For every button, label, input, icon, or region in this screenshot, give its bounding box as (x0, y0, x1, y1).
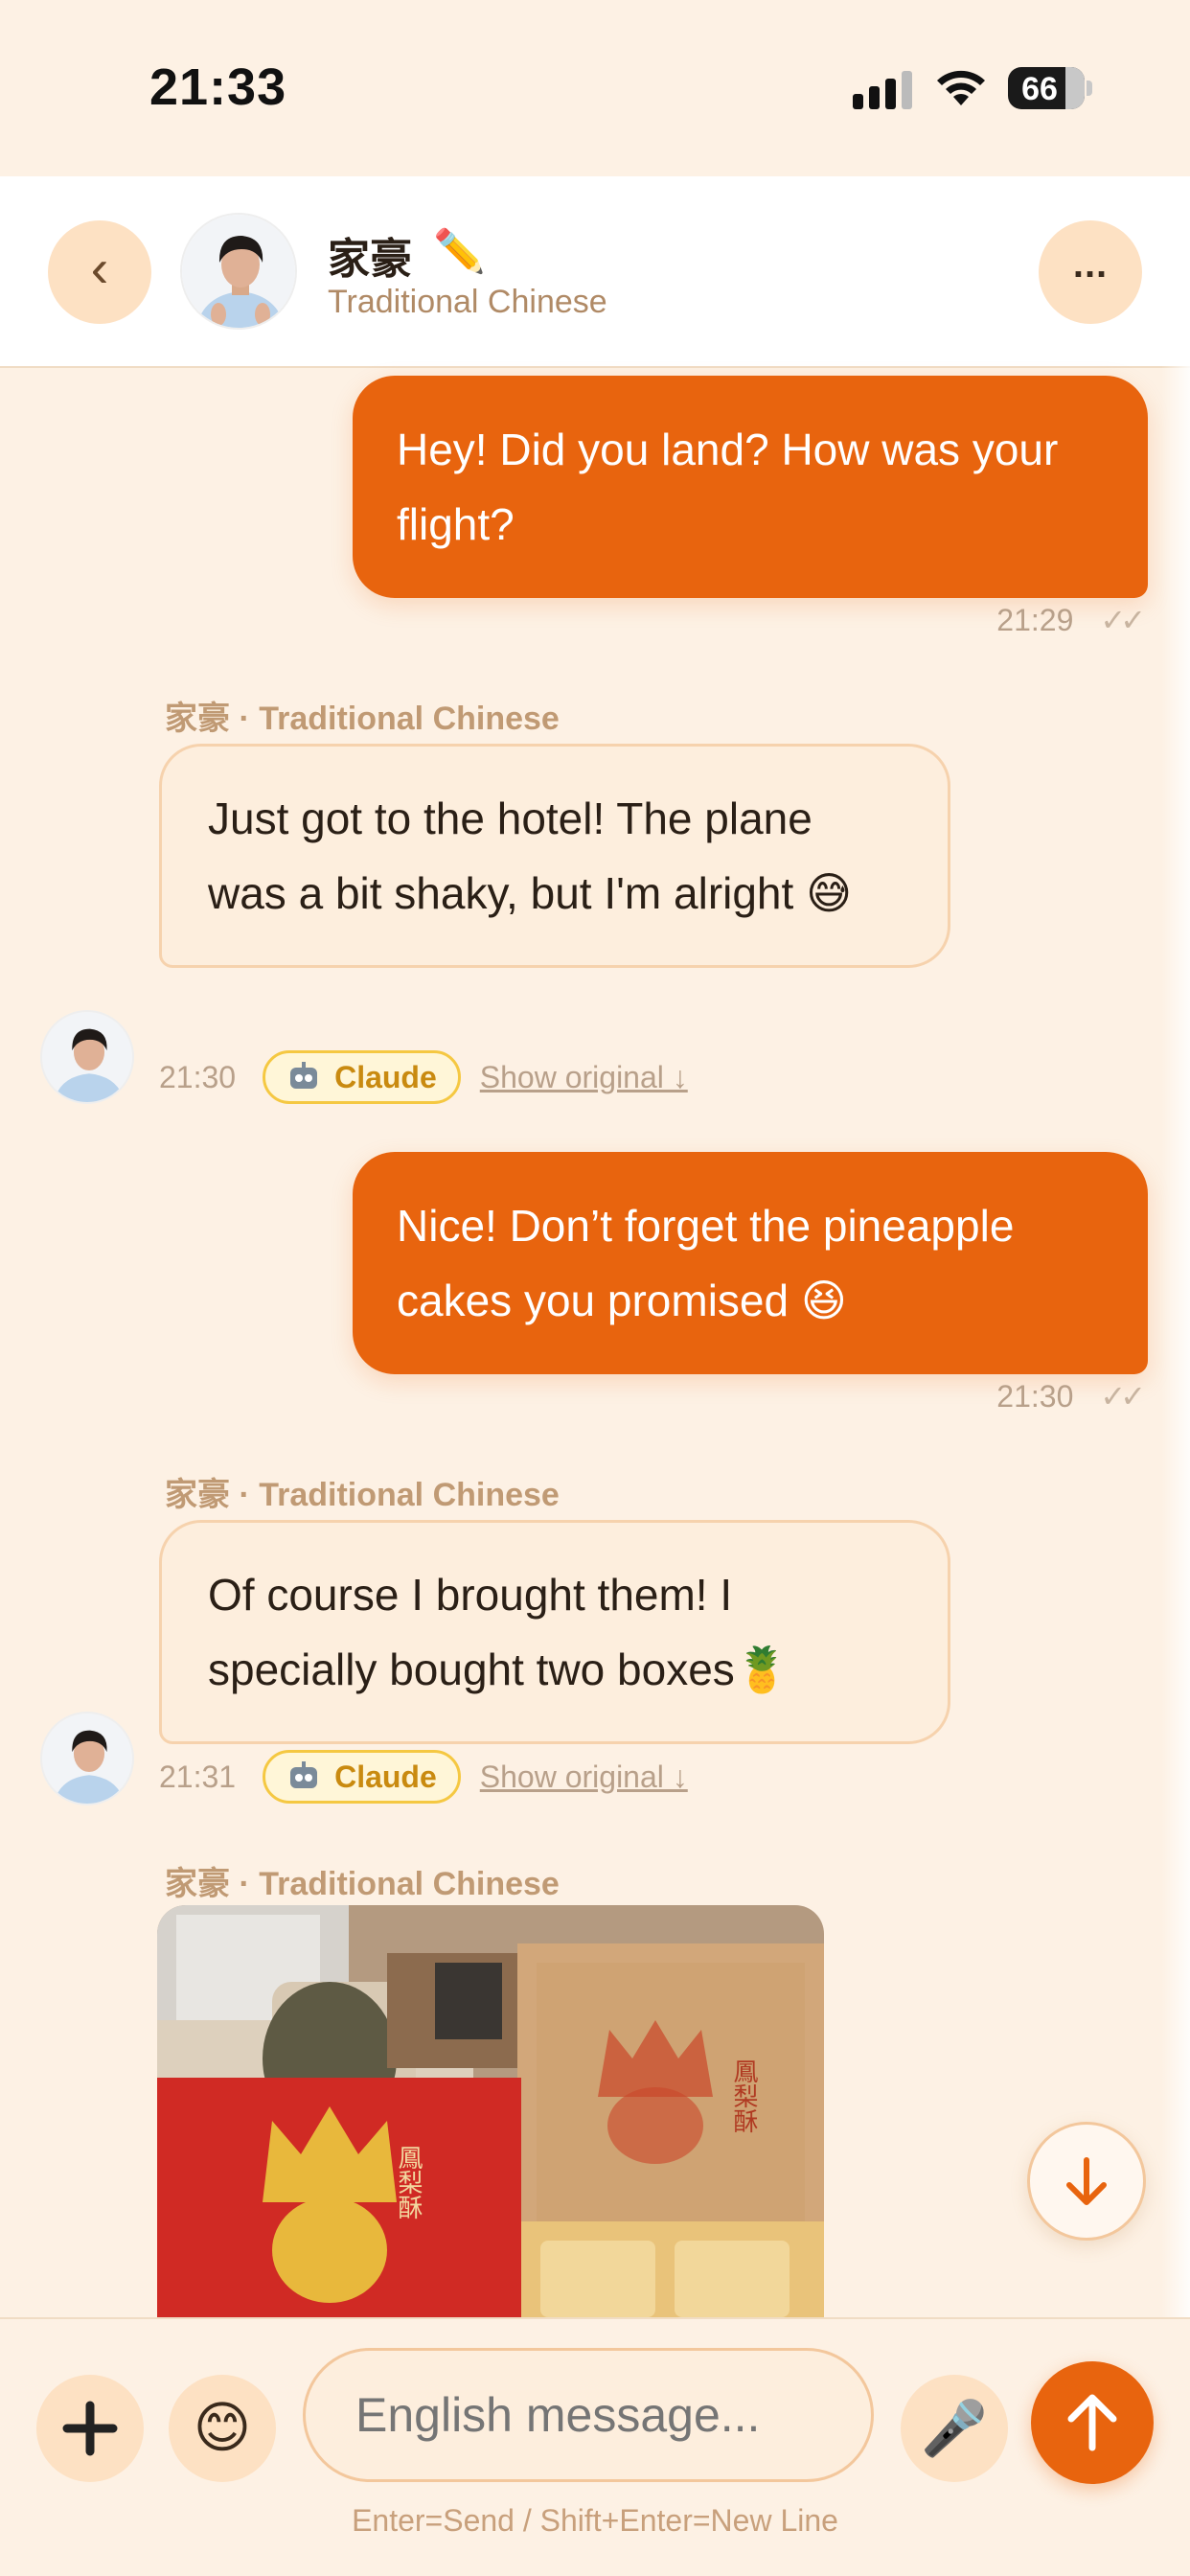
smile-icon: 😊 (193, 2397, 252, 2459)
signal-icon (853, 71, 912, 109)
sender-avatar[interactable] (40, 1712, 134, 1806)
send-arrow-icon (1067, 2394, 1117, 2451)
sender-label: 家豪 · Traditional Chinese (165, 1477, 560, 1513)
wifi-icon (937, 70, 985, 105)
composer-bar: 😊 🎤 Enter=Send / Shift+Enter=New Line (0, 2317, 1190, 2576)
badge-label: Claude (334, 1759, 437, 1794)
message-meta: 21:30 Claude Show original ↓ (159, 1050, 688, 1104)
sender-avatar[interactable] (40, 1010, 134, 1104)
sender-label: 家豪 · Traditional Chinese (165, 701, 560, 737)
message-bubble-incoming[interactable]: Of course I brought them! I specially bo… (159, 1520, 950, 1744)
plus-icon (62, 2401, 118, 2456)
scroll-to-bottom-button[interactable] (1027, 2122, 1146, 2241)
back-button[interactable]: ‹ (48, 220, 151, 324)
keyboard-hint: Enter=Send / Shift+Enter=New Line (352, 2503, 838, 2538)
status-time: 21:33 (149, 58, 287, 116)
claude-badge[interactable]: Claude (263, 1050, 461, 1104)
contact-name[interactable]: 家豪 (328, 224, 412, 286)
message-text: Nice! Don’t forget the pineapple cakes y… (397, 1201, 1015, 1325)
message-text: Hey! Did you land? How was your flight? (397, 425, 1059, 549)
claude-badge[interactable]: Claude (263, 1750, 461, 1804)
back-icon: ‹ (90, 238, 109, 298)
message-meta: 21:31 Claude Show original ↓ (159, 1750, 688, 1804)
battery-level: 66 (1021, 71, 1058, 107)
pencil-icon[interactable]: ✏️ (433, 226, 486, 276)
chat-header: ‹ 家豪 ✏️ Traditional Chinese ... (0, 176, 1190, 368)
status-bar: 21:33 66 (0, 0, 1190, 176)
mic-icon: 🎤 (921, 2398, 988, 2458)
robot-icon (290, 1062, 318, 1089)
battery-icon: 66 (1008, 67, 1085, 109)
robot-icon (290, 1761, 318, 1788)
emoji-button[interactable]: 😊 (169, 2375, 276, 2482)
arrow-down-icon (1066, 2157, 1107, 2205)
message-meta: 21:29 ✓✓ (996, 602, 1146, 638)
contact-language: Traditional Chinese (328, 284, 607, 320)
message-time: 21:30 (159, 1059, 237, 1094)
box-label-right: 鳳梨酥 (729, 2058, 758, 2133)
sender-label: 家豪 · Traditional Chinese (165, 1866, 560, 1902)
message-bubble-outgoing[interactable]: Hey! Did you land? How was your flight? (353, 376, 1148, 598)
more-icon: ... (1072, 243, 1109, 286)
message-input[interactable] (303, 2348, 874, 2482)
message-time: 21:29 (996, 603, 1074, 637)
message-text: Just got to the hotel! The plane was a b… (208, 794, 853, 918)
message-meta: 21:30 ✓✓ (996, 1378, 1146, 1414)
send-button[interactable] (1031, 2361, 1154, 2484)
read-ticks-icon: ✓✓ (1100, 1379, 1146, 1414)
voice-button[interactable]: 🎤 (901, 2375, 1008, 2482)
message-time: 21:30 (996, 1379, 1074, 1414)
message-text: Of course I brought them! I specially bo… (208, 1570, 790, 1694)
more-button[interactable]: ... (1039, 220, 1142, 324)
show-original-link[interactable]: Show original ↓ (480, 1060, 688, 1095)
attach-button[interactable] (36, 2375, 144, 2482)
read-ticks-icon: ✓✓ (1100, 603, 1146, 637)
battery-tip (1087, 80, 1092, 96)
message-bubble-outgoing[interactable]: Nice! Don’t forget the pineapple cakes y… (353, 1152, 1148, 1374)
contact-avatar[interactable] (180, 213, 297, 330)
show-original-link[interactable]: Show original ↓ (480, 1760, 688, 1795)
message-bubble-incoming[interactable]: Just got to the hotel! The plane was a b… (159, 744, 950, 968)
badge-label: Claude (334, 1059, 437, 1094)
box-label-left: 鳳梨酥 (394, 2145, 423, 2220)
scroll-edge-shade (1161, 176, 1190, 2317)
image-message[interactable]: 鳳梨酥 鳳梨酥 (157, 1905, 824, 2317)
message-time: 21:31 (159, 1759, 237, 1794)
